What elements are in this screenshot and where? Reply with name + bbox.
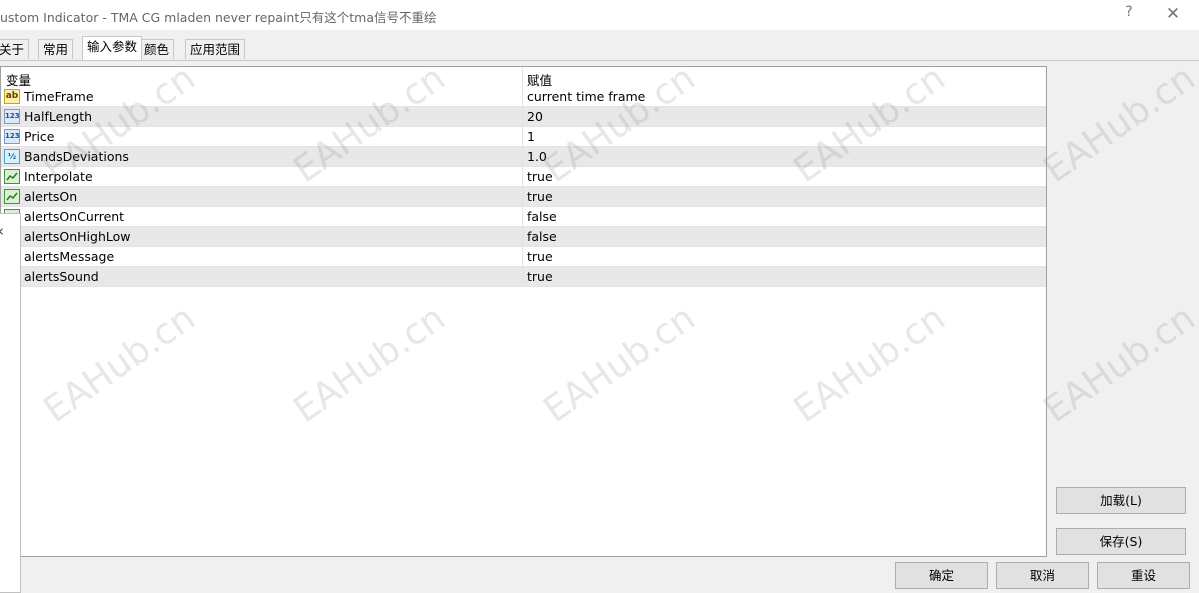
tab-visualization[interactable]: 应用范围 bbox=[185, 39, 246, 59]
param-value[interactable]: true bbox=[527, 167, 553, 187]
table-row[interactable]: ½ BandsDeviations 1.0 bbox=[1, 147, 1046, 167]
param-name: alertsOnHighLow bbox=[24, 229, 131, 244]
save-button-label: 保存(S) bbox=[1099, 534, 1143, 549]
table-row[interactable]: alertsMessage true bbox=[1, 247, 1046, 267]
table-row[interactable]: alertsOnHighLow false bbox=[1, 227, 1046, 247]
chevron-left-icon[interactable]: ‹ bbox=[0, 222, 4, 240]
load-button-label: 加载(L) bbox=[1100, 493, 1142, 508]
side-flyout-panel[interactable]: ‹ bbox=[0, 213, 21, 593]
table-row[interactable]: alertsSound true bbox=[1, 267, 1046, 287]
ok-button-label: 确定 bbox=[928, 568, 954, 583]
tab-common[interactable]: 常用 bbox=[38, 39, 74, 59]
string-type-icon: ab bbox=[4, 89, 20, 104]
param-name: alertsOn bbox=[24, 189, 78, 204]
table-row[interactable]: 123 HalfLength 20 bbox=[1, 107, 1046, 127]
param-value[interactable]: false bbox=[527, 227, 557, 247]
param-value[interactable]: false bbox=[527, 207, 557, 227]
column-separator bbox=[522, 67, 523, 87]
tab-about[interactable]: 关于 bbox=[0, 39, 30, 59]
param-name: HalfLength bbox=[24, 109, 93, 124]
param-name: alertsMessage bbox=[24, 249, 115, 264]
bool-type-icon bbox=[4, 169, 20, 184]
table-row[interactable]: alertsOnCurrent false bbox=[1, 207, 1046, 227]
column-separator bbox=[522, 87, 523, 107]
param-value[interactable]: true bbox=[527, 187, 553, 207]
cancel-button-label: 取消 bbox=[1029, 568, 1055, 583]
column-separator bbox=[522, 187, 523, 207]
reset-button[interactable]: 重设 bbox=[1097, 562, 1190, 589]
parameters-table: 变量 赋值 ab TimeFrame current time frame 12… bbox=[0, 66, 1047, 557]
param-name: TimeFrame bbox=[24, 89, 94, 104]
tab-inputs[interactable]: 输入参数 bbox=[82, 36, 143, 60]
table-row[interactable]: ab TimeFrame current time frame bbox=[1, 87, 1046, 107]
double-type-icon: ½ bbox=[4, 149, 20, 164]
tab-divider bbox=[0, 60, 1199, 61]
param-value[interactable]: true bbox=[527, 247, 553, 267]
integer-type-icon: 123 bbox=[4, 129, 20, 144]
param-name: alertsOnCurrent bbox=[24, 209, 125, 224]
param-value[interactable]: current time frame bbox=[527, 87, 645, 107]
param-value[interactable]: 20 bbox=[527, 107, 543, 127]
param-name: Price bbox=[24, 129, 55, 144]
column-separator bbox=[522, 267, 523, 287]
reset-button-label: 重设 bbox=[1130, 568, 1156, 583]
column-separator bbox=[522, 107, 523, 127]
param-value[interactable]: 1 bbox=[527, 127, 535, 147]
param-value[interactable]: 1.0 bbox=[527, 147, 547, 167]
column-separator bbox=[522, 247, 523, 267]
param-value[interactable]: true bbox=[527, 267, 553, 287]
title-bar: ustom Indicator - TMA CG mladen never re… bbox=[0, 0, 1199, 30]
param-name: BandsDeviations bbox=[24, 149, 129, 164]
table-header: 变量 赋值 bbox=[1, 67, 1046, 88]
column-separator bbox=[522, 127, 523, 147]
cancel-button[interactable]: 取消 bbox=[996, 562, 1089, 589]
save-button[interactable]: 保存(S) bbox=[1056, 528, 1186, 555]
column-separator bbox=[522, 207, 523, 227]
param-name: Interpolate bbox=[24, 169, 93, 184]
bool-type-icon bbox=[4, 189, 20, 204]
watermark: EAHub.cn bbox=[1036, 297, 1199, 431]
column-separator bbox=[522, 147, 523, 167]
tab-bar: 关于 常用 输入参数 颜色 应用范围 bbox=[0, 36, 1199, 60]
watermark: EAHub.cn bbox=[1036, 57, 1199, 191]
ok-button[interactable]: 确定 bbox=[895, 562, 988, 589]
load-button[interactable]: 加载(L) bbox=[1056, 487, 1186, 514]
column-separator bbox=[522, 227, 523, 247]
tab-colors[interactable]: 颜色 bbox=[139, 39, 175, 59]
close-icon[interactable]: ✕ bbox=[1163, 4, 1183, 24]
window-title: ustom Indicator - TMA CG mladen never re… bbox=[0, 10, 437, 25]
table-row[interactable]: 123 Price 1 bbox=[1, 127, 1046, 147]
column-separator bbox=[522, 167, 523, 187]
table-row[interactable]: Interpolate true bbox=[1, 167, 1046, 187]
help-icon[interactable]: ? bbox=[1120, 4, 1138, 24]
table-row[interactable]: alertsOn true bbox=[1, 187, 1046, 207]
param-name: alertsSound bbox=[24, 269, 99, 284]
integer-type-icon: 123 bbox=[4, 109, 20, 124]
